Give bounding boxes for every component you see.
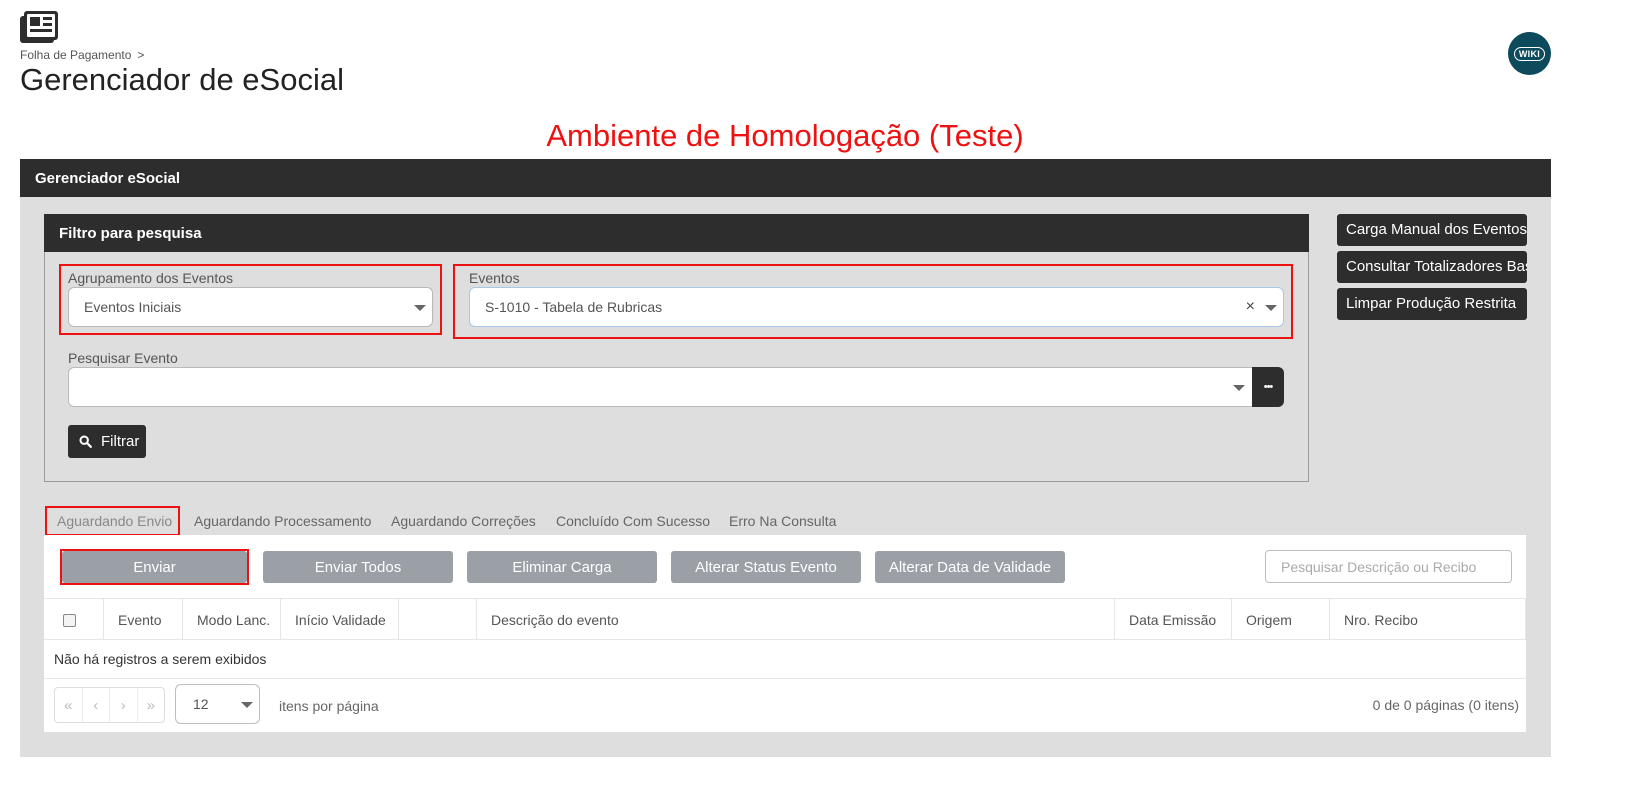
breadcrumb-separator: > xyxy=(137,48,145,62)
events-value: S-1010 - Tabela de Rubricas xyxy=(485,299,663,315)
next-page-icon[interactable]: › xyxy=(110,688,138,722)
filter-button-label: Filtrar xyxy=(101,433,140,450)
column-descricao[interactable]: Descrição do evento xyxy=(476,599,1114,640)
wiki-label: WIKI xyxy=(1513,46,1546,61)
filter-button[interactable]: Filtrar xyxy=(68,425,146,458)
first-page-icon[interactable]: « xyxy=(55,688,83,722)
prev-page-icon[interactable]: ‹ xyxy=(83,688,110,722)
tab-aguardando-envio[interactable]: Aguardando Envio xyxy=(57,513,172,529)
page: Folha de Pagamento > Gerenciador de eSoc… xyxy=(0,0,1651,810)
page-size-value: 12 xyxy=(193,696,209,712)
chevron-down-icon xyxy=(414,305,426,311)
manual-load-button[interactable]: Carga Manual dos Eventos xyxy=(1337,214,1527,246)
last-page-icon[interactable]: » xyxy=(138,688,165,722)
more-options-button[interactable]: ••• xyxy=(1252,367,1284,407)
chevron-down-icon xyxy=(1265,305,1277,311)
grid-header: Evento Modo Lanc. Início Validade Descri… xyxy=(44,598,1526,640)
change-validity-date-button[interactable]: Alterar Data de Validade xyxy=(875,551,1065,583)
column-data-emissao[interactable]: Data Emissão xyxy=(1114,599,1231,640)
breadcrumb: Folha de Pagamento > xyxy=(20,48,144,62)
events-label: Eventos xyxy=(469,270,520,286)
more-icon: ••• xyxy=(1263,381,1274,393)
clear-restricted-button[interactable]: Limpar Produção Restrita xyxy=(1337,288,1527,320)
grouping-value: Eventos Iniciais xyxy=(84,299,182,315)
column-evento[interactable]: Evento xyxy=(103,599,182,640)
search-event-label: Pesquisar Evento xyxy=(68,350,178,366)
column-origem[interactable]: Origem xyxy=(1231,599,1329,640)
page-info: 0 de 0 páginas (0 itens) xyxy=(1372,697,1519,713)
newspaper-icon xyxy=(20,11,58,43)
clear-icon[interactable]: × xyxy=(1246,298,1255,316)
tab-aguardando-correcoes[interactable]: Aguardando Correções xyxy=(391,513,536,529)
send-highlight xyxy=(60,549,249,585)
eliminate-load-button[interactable]: Eliminar Carga xyxy=(467,551,657,583)
tab-aguardando-processamento[interactable]: Aguardando Processamento xyxy=(194,513,371,529)
filter-title: Filtro para pesquisa xyxy=(44,214,1309,252)
select-all-checkbox[interactable] xyxy=(63,614,76,627)
page-size-select[interactable]: 12 xyxy=(175,684,260,724)
pagination: « ‹ › » xyxy=(54,687,165,723)
column-blank xyxy=(398,599,476,640)
query-totals-button[interactable]: Consultar Totalizadores Base xyxy=(1337,251,1527,283)
chevron-down-icon xyxy=(1233,385,1245,391)
wiki-button[interactable]: WIKI xyxy=(1508,32,1551,75)
grouping-select[interactable]: Eventos Iniciais xyxy=(68,287,433,327)
column-modo-lanc[interactable]: Modo Lanc. xyxy=(182,599,280,640)
breadcrumb-parent[interactable]: Folha de Pagamento xyxy=(20,48,131,62)
empty-message: Não há registros a serem exibidos xyxy=(54,651,267,667)
send-all-button[interactable]: Enviar Todos xyxy=(263,551,453,583)
tab-erro-na-consulta[interactable]: Erro Na Consulta xyxy=(729,513,836,529)
tab-concluido-com-sucesso[interactable]: Concluído Com Sucesso xyxy=(556,513,710,529)
grouping-label: Agrupamento dos Eventos xyxy=(68,270,233,286)
panel-title: Gerenciador eSocial xyxy=(20,159,1551,197)
grid-divider xyxy=(44,678,1526,679)
column-nro-recibo[interactable]: Nro. Recibo xyxy=(1329,599,1526,640)
page-title: Gerenciador de eSocial xyxy=(20,62,344,97)
change-status-button[interactable]: Alterar Status Evento xyxy=(671,551,861,583)
per-page-label: itens por página xyxy=(279,698,379,714)
search-icon xyxy=(79,435,92,448)
events-select[interactable]: S-1010 - Tabela de Rubricas × xyxy=(469,287,1284,327)
environment-banner: Ambiente de Homologação (Teste) xyxy=(546,118,1024,153)
search-description-input[interactable]: Pesquisar Descrição ou Recibo xyxy=(1265,550,1512,583)
chevron-down-icon xyxy=(241,702,253,708)
search-event-input[interactable] xyxy=(68,367,1254,407)
column-inicio-validade[interactable]: Início Validade xyxy=(280,599,398,640)
